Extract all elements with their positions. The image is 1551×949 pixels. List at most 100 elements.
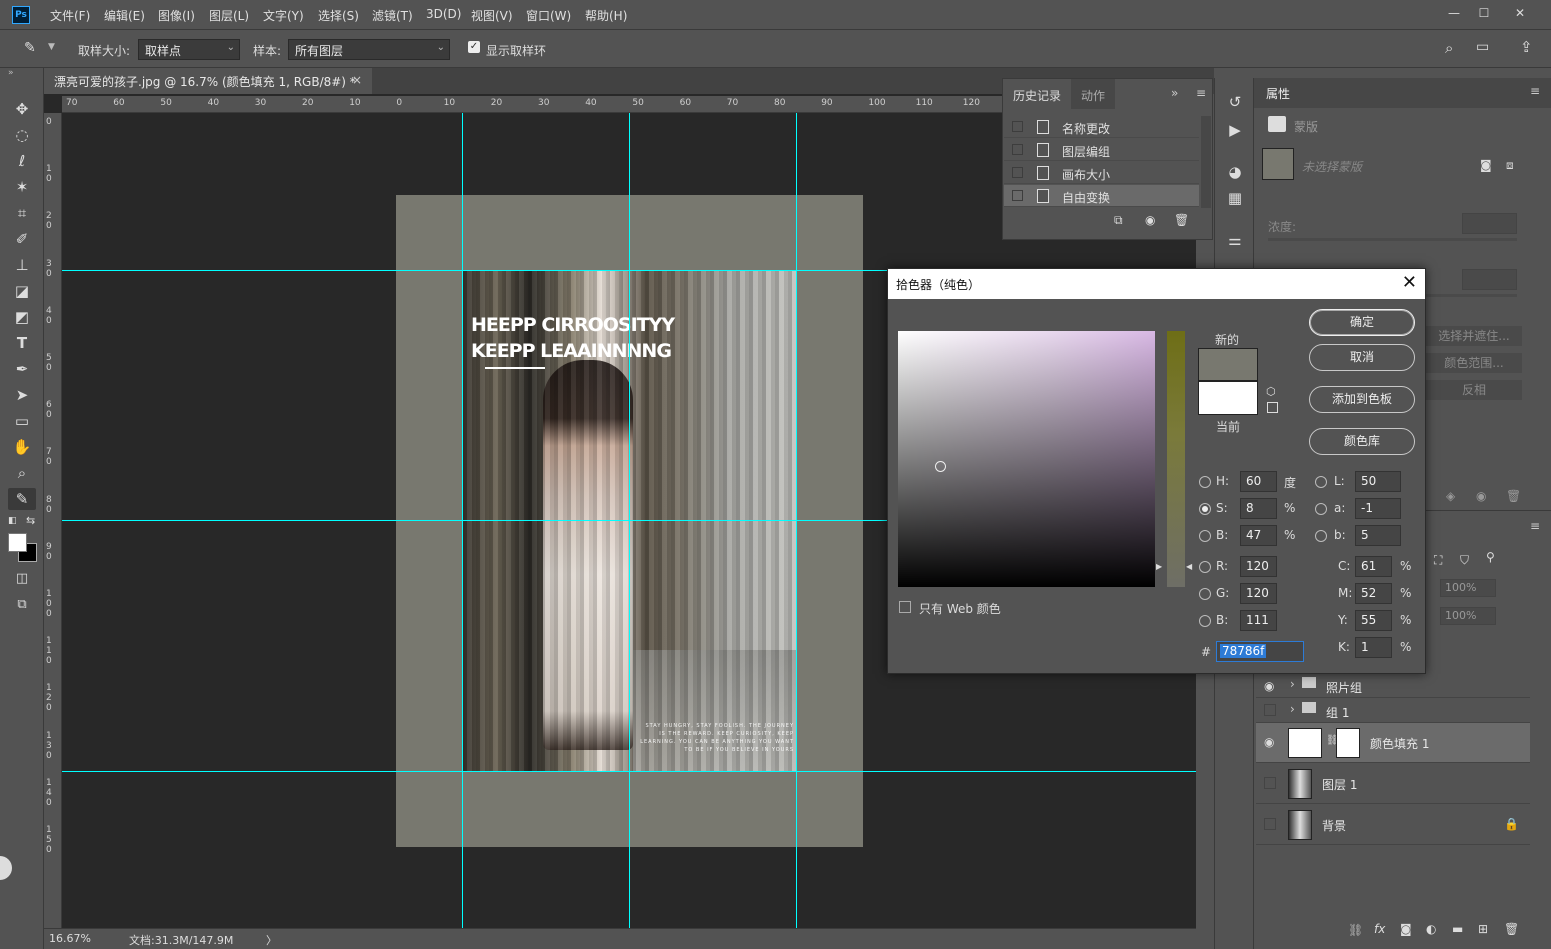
maximize-button[interactable]: ☐ [1473,4,1495,22]
brightness-radio[interactable] [1199,530,1211,542]
menu-layer[interactable]: 图层(L) [209,7,249,24]
search-icon[interactable]: ⌕ [1445,39,1453,57]
gradient-icon[interactable]: ◩ [8,306,36,328]
visibility-eye-icon[interactable]: ◉ [1264,735,1274,749]
share-icon[interactable]: ⇪ [1520,38,1533,56]
slider-arrow-right-icon[interactable]: ▶ [1156,562,1162,571]
cancel-button[interactable]: 取消 [1309,344,1415,371]
lock-artboard-icon[interactable]: ⛉ [1460,553,1469,568]
visibility-toggle[interactable] [1264,818,1276,830]
black-input[interactable]: 1 [1355,637,1392,658]
feather-input[interactable] [1462,269,1517,290]
yellow-input[interactable]: 55 [1355,610,1392,631]
lock-position-icon[interactable]: ⛶ [1434,553,1442,568]
close-icon[interactable]: ✕ [1402,272,1417,293]
zoom-icon[interactable]: ⌕ [8,462,36,484]
saturation-input[interactable]: 8 [1240,498,1277,519]
link-layers-icon[interactable]: ⛓ [1348,923,1363,937]
lock-all-icon[interactable]: ⚲ [1486,550,1495,564]
menu-select[interactable]: 选择(S) [318,7,359,24]
layer-row[interactable]: 背景 🔒 [1256,805,1530,845]
path-select-icon[interactable]: ➤ [8,384,36,406]
color-palette-icon[interactable]: ◕ [1224,162,1246,182]
lab-b-radio[interactable] [1315,530,1327,542]
hue-input[interactable]: 60 [1240,471,1277,492]
history-snapshot-checkbox[interactable] [1012,144,1023,155]
add-mask-icon[interactable]: ◙ [1400,922,1412,936]
adjustments-icon[interactable]: ⚌ [1224,230,1246,250]
chevron-right-icon[interactable]: › [1290,677,1295,691]
minimize-button[interactable]: — [1443,4,1465,22]
menu-type[interactable]: 文字(Y) [263,7,304,24]
density-input[interactable] [1462,213,1517,234]
density-slider[interactable] [1268,238,1517,241]
magic-wand-icon[interactable]: ✶ [8,176,36,198]
layer-row[interactable]: ◉ › 照片组 [1256,673,1530,698]
foreground-color-swatch[interactable] [8,533,27,552]
gamut-warning-icon[interactable]: ⬡ [1266,385,1276,398]
document-tab[interactable]: 漂亮可爱的孩子.jpg @ 16.7% (颜色填充 1, RGB/8#) * × [44,68,372,94]
panel-expand-icon[interactable]: » [1171,86,1178,100]
panel-menu-icon[interactable]: ≡ [1530,84,1540,98]
lab-b-input[interactable]: 5 [1355,525,1401,546]
quick-mask-icon[interactable]: ◫ [8,568,36,590]
layer-row[interactable]: 图层 1 [1256,764,1530,804]
rectangle-icon[interactable]: ▭ [8,410,36,432]
green-radio[interactable] [1199,588,1211,600]
stamp-icon[interactable]: ⊥ [8,254,36,276]
vector-mask-icon[interactable]: ⧈ [1506,158,1514,173]
ok-button[interactable]: 确定 [1309,309,1415,336]
red-radio[interactable] [1199,561,1211,573]
history-scrollbar[interactable] [1201,116,1211,208]
saturation-brightness-field[interactable] [898,331,1155,587]
trash-icon[interactable]: 🗑 [1174,213,1189,227]
vertical-ruler[interactable]: 0 10 20 30 40 50 60 70 80 90 100 110 120 130 140 150 [44,113,62,928]
eyedropper-icon[interactable]: ✎ [24,40,36,56]
new-document-from-state-icon[interactable]: ⧉ [1114,213,1123,228]
brush-icon[interactable]: ✐ [8,228,36,250]
move-tool-icon[interactable]: ✥ [8,98,36,120]
pen-icon[interactable]: ✒ [8,358,36,380]
chevron-right-icon[interactable]: › [1290,702,1295,716]
magenta-input[interactable]: 52 [1355,583,1392,604]
visibility-icon[interactable]: ◉ [1476,489,1486,503]
panel-menu-icon[interactable]: ≡ [1196,86,1206,100]
new-group-icon[interactable]: ▬ [1452,922,1463,936]
web-colors-checkbox[interactable] [899,601,911,613]
cyan-input[interactable]: 61 [1355,556,1392,577]
show-ring-checkbox[interactable]: ✓ [468,41,480,53]
lab-a-radio[interactable] [1315,503,1327,515]
eyedropper-tool-icon[interactable]: ✎ [8,488,36,510]
visibility-eye-icon[interactable]: ◉ [1264,679,1274,693]
close-tab-icon[interactable]: × [352,73,362,87]
green-input[interactable]: 120 [1240,583,1277,604]
new-layer-icon[interactable]: ⊞ [1478,922,1488,936]
hue-slider[interactable] [1167,331,1185,587]
type-tool-icon[interactable]: T [8,332,36,354]
layer-row-selected[interactable]: ◉ ⛓ 颜色填充 1 [1256,723,1530,763]
trash-icon[interactable]: 🗑 [1506,489,1521,503]
brightness-input[interactable]: 47 [1240,525,1277,546]
opacity-input[interactable]: 100% [1440,579,1496,597]
slider-arrow-left-icon[interactable]: ◀ [1186,562,1192,571]
menu-view[interactable]: 视图(V) [471,7,513,24]
saturation-radio[interactable] [1199,503,1211,515]
menu-help[interactable]: 帮助(H) [585,7,627,24]
actions-play-icon[interactable]: ▶ [1224,120,1246,140]
lab-l-radio[interactable] [1315,476,1327,488]
lab-l-input[interactable]: 50 [1355,471,1401,492]
invert-button[interactable]: 反相 [1426,380,1522,400]
crop-icon[interactable]: ⌗ [8,202,36,224]
apply-mask-icon[interactable]: ◈ [1446,489,1455,503]
eraser-icon[interactable]: ◪ [8,280,36,302]
trash-icon[interactable]: 🗑 [1504,922,1519,936]
history-item-selected[interactable]: 自由变换 [1004,185,1199,207]
menu-edit[interactable]: 编辑(E) [104,7,145,24]
menu-3d[interactable]: 3D(D) [426,7,461,21]
menu-filter[interactable]: 滤镜(T) [372,7,413,24]
fx-icon[interactable]: fx [1374,922,1385,936]
chevron-down-icon[interactable]: ▼ [48,42,55,52]
expand-panel-icon[interactable]: » [8,68,14,78]
panel-menu-icon[interactable]: ≡ [1530,519,1540,533]
fill-input[interactable]: 100% [1440,607,1496,625]
